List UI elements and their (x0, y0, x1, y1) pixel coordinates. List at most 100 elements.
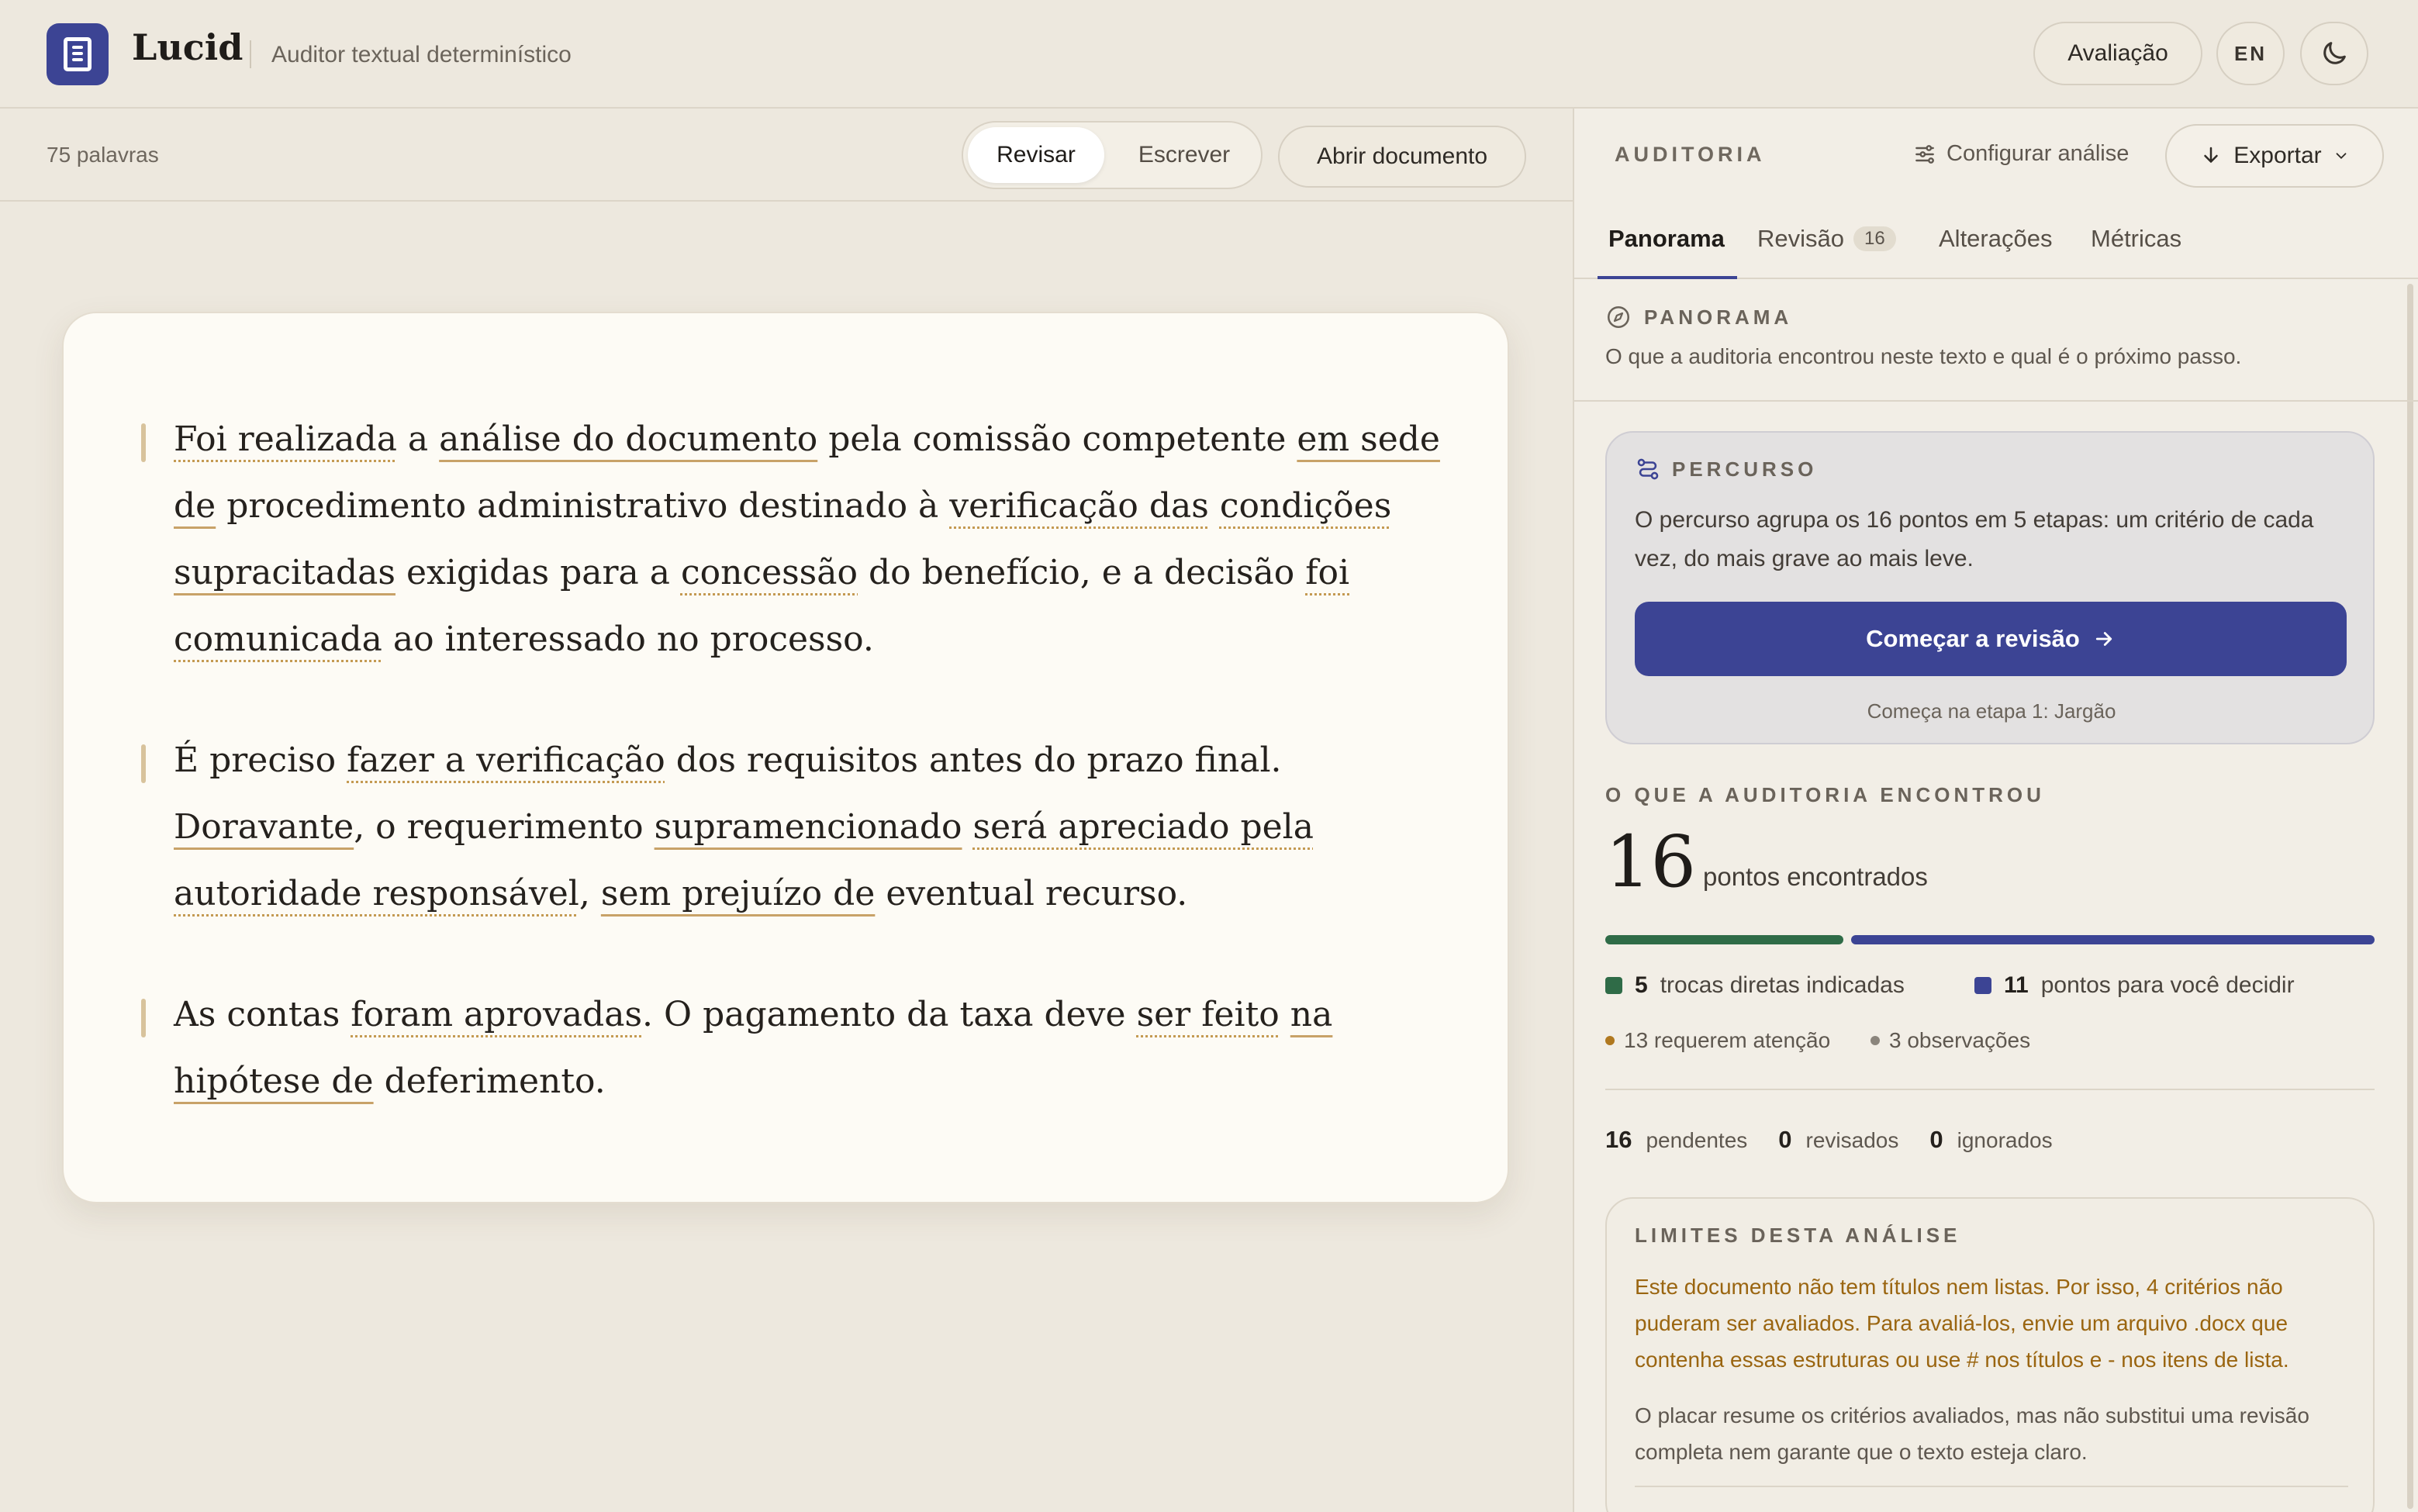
limits-warning: Este documento não tem títulos nem lista… (1635, 1275, 2289, 1372)
flagged-phrase[interactable]: concessão (681, 553, 858, 592)
findings-total: 16 (1605, 820, 1697, 903)
limits-note: O placar resume os critérios avaliados, … (1635, 1403, 2309, 1464)
attention-note: 13 requerem atenção (1605, 1028, 1830, 1053)
tab-label: Métricas (2091, 225, 2182, 252)
findings-section-label: O QUE A AUDITORIA ENCONTROU (1605, 783, 2045, 806)
flagged-phrase[interactable]: sem prejuízo de (601, 874, 875, 913)
legend-swatch (1605, 977, 1622, 994)
panel-tabs: Panorama Revisão 16 Alterações Métricas (1574, 202, 2418, 279)
start-review-button[interactable]: Começar a revisão (1635, 602, 2347, 676)
reviewed-count: 0 (1778, 1126, 1792, 1153)
language-button[interactable]: EN (2216, 22, 2285, 85)
flagged-phrase[interactable]: condições (1220, 486, 1391, 526)
mode-switch: Revisar Escrever (962, 121, 1263, 189)
audit-panel-header: AUDITORIA Configurar análise Exportar (1574, 109, 2418, 202)
start-review-label: Começar a revisão (1866, 625, 2080, 652)
reviewed-label: revisados (1805, 1128, 1899, 1152)
plain-text: dos requisitos antes do prazo final. (665, 740, 1282, 780)
overview-description: O que a auditoria encontrou neste texto … (1605, 344, 2242, 368)
overview-section-label: PANORAMA (1605, 304, 1792, 330)
plain-text: ao interessado no processo. (382, 620, 874, 659)
flagged-phrase[interactable]: foram aprovadas (351, 995, 642, 1034)
tab-label: Revisão (1757, 225, 1844, 252)
plain-text: procedimento administrativo destinado à (216, 486, 950, 526)
active-tab-indicator (1598, 276, 1737, 279)
app-logo (47, 23, 109, 85)
findings-total-label: pontos encontrados (1703, 862, 1928, 891)
route-label-text: PERCURSO (1672, 457, 1818, 481)
flagged-phrase[interactable]: Doravante (174, 807, 354, 847)
plain-text: eventual recurso. (875, 874, 1188, 913)
paragraph[interactable]: É preciso fazer a verificação dos requis… (141, 727, 1446, 927)
tab-revisao[interactable]: Revisão 16 (1757, 225, 1896, 253)
pending-count: 16 (1605, 1126, 1632, 1153)
attention-text: 13 requerem atenção (1624, 1028, 1831, 1052)
analysis-limits-card: LIMITES DESTA ANÁLISE Este documento não… (1605, 1197, 2375, 1512)
plain-text: , (579, 874, 601, 913)
observations-text: 3 observações (1889, 1028, 2031, 1052)
flagged-phrase[interactable]: verificação das (949, 486, 1209, 526)
plain-text: . O pagamento da taxa deve (642, 995, 1137, 1034)
direct-count: 5 (1635, 972, 1648, 998)
route-description: O percurso agrupa os 16 pontos em 5 etap… (1635, 507, 2314, 571)
flagged-phrase[interactable]: ser feito (1137, 995, 1280, 1034)
theme-toggle-button[interactable] (2300, 22, 2368, 85)
flagged-phrase[interactable]: análise do documento (439, 419, 817, 459)
audit-panel: AUDITORIA Configurar análise Exportar Pa… (1573, 109, 2418, 1512)
plain-text (962, 807, 973, 847)
chevron-down-icon (2336, 153, 2347, 160)
observation-dot (1870, 1036, 1880, 1045)
legend-swatch (1974, 977, 1991, 994)
plain-text: , o requerimento (354, 807, 655, 847)
app-subtitle: Auditor textual determinístico (271, 42, 572, 67)
limits-label: LIMITES DESTA ANÁLISE (1635, 1224, 1961, 1247)
flagged-phrase[interactable]: supracitadas (174, 553, 396, 592)
ignored-label: ignorados (1957, 1128, 2053, 1152)
plain-text: pela comissão competente (817, 419, 1297, 459)
flagged-phrase[interactable]: Foi realizada (174, 419, 397, 459)
document-card: Foi realizada a análise do documento pel… (62, 312, 1509, 1203)
document-icon (64, 37, 92, 71)
arrow-right-icon (2095, 632, 2112, 646)
paragraph[interactable]: Foi realizada a análise do documento pel… (141, 406, 1446, 673)
sliders-icon (1915, 144, 1934, 164)
export-button[interactable]: Exportar (2165, 124, 2384, 188)
decide-label: pontos para você decidir (2040, 972, 2295, 998)
tab-label: Alterações (1939, 225, 2053, 252)
configure-analysis-button[interactable]: Configurar análise (1912, 141, 2129, 167)
route-icon (1637, 458, 1659, 480)
overview-label-text: PANORAMA (1644, 305, 1793, 329)
editor-toolbar: 75 palavras Revisar Escrever Abrir docum… (0, 110, 1573, 202)
export-label: Exportar (2233, 143, 2322, 168)
flagged-phrase[interactable]: supramencionado (655, 807, 962, 847)
panel-scrollbar[interactable] (2407, 284, 2413, 1509)
tab-alteracoes[interactable]: Alterações (1939, 225, 2052, 253)
route-label: PERCURSO (1635, 456, 1817, 482)
write-mode-button[interactable]: Escrever (1111, 127, 1258, 183)
status-counts: 16 pendentes 0 revisados 0 ignorados (1605, 1126, 2053, 1154)
moon-icon (2323, 42, 2346, 64)
open-document-button[interactable]: Abrir documento (1278, 126, 1526, 188)
decisions-bar (1851, 935, 2375, 944)
tab-panorama[interactable]: Panorama (1608, 225, 1725, 253)
decide-count: 11 (2004, 972, 2029, 998)
word-count: 75 palavras (47, 143, 159, 167)
ignored-count: 0 (1929, 1126, 1943, 1153)
plain-text: As contas (174, 995, 351, 1034)
pending-label: pendentes (1646, 1128, 1748, 1152)
route-hint: Começa na etapa 1: Jargão (1867, 699, 2116, 723)
top-bar: Lucid Auditor textual determinístico Ava… (0, 0, 2418, 109)
flagged-phrase[interactable]: fazer a verificação (347, 740, 665, 780)
paragraph[interactable]: As contas foram aprovadas. O pagamento d… (141, 982, 1446, 1115)
tab-label: Panorama (1608, 225, 1725, 252)
section-divider (1605, 1089, 2375, 1090)
download-icon (2204, 147, 2219, 163)
plain-text: do benefício, e a decisão (858, 553, 1306, 592)
review-mode-button[interactable]: Revisar (968, 127, 1104, 183)
compass-icon (1607, 306, 1630, 329)
configure-analysis-label: Configurar análise (1946, 141, 2130, 166)
plain-text (1209, 486, 1220, 526)
tab-metricas[interactable]: Métricas (2091, 225, 2181, 253)
evaluation-button[interactable]: Avaliação (2033, 22, 2202, 85)
attention-dot (1605, 1036, 1615, 1045)
